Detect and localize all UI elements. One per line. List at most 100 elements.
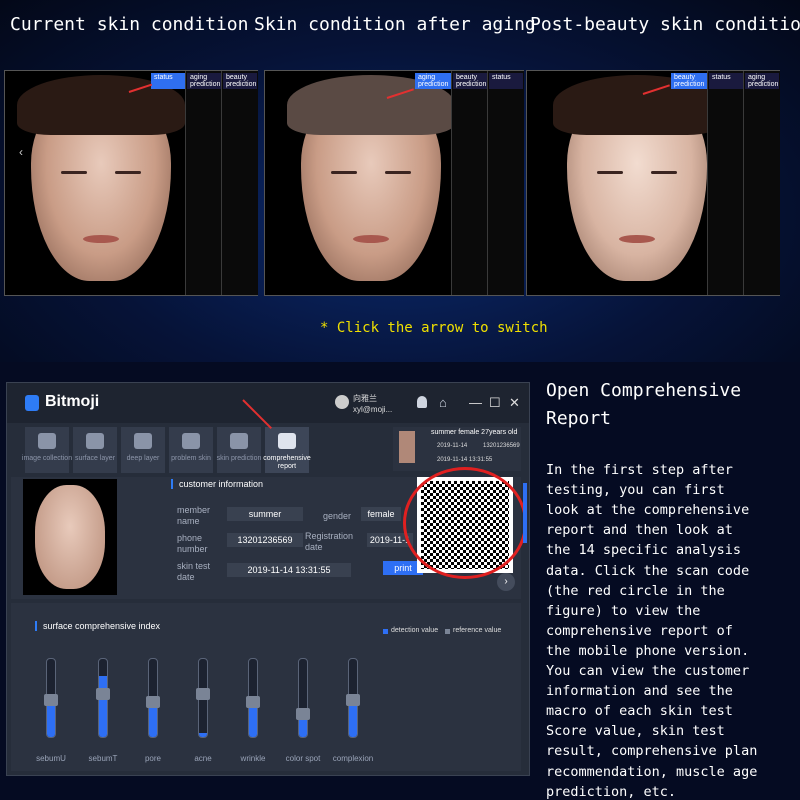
index-bar-wrinkle — [246, 658, 260, 738]
report-description-line: prediction, etc. — [546, 783, 677, 800]
sparkle-icon — [230, 433, 248, 449]
legend-reference-swatch — [445, 629, 450, 634]
member-name-value: summer — [227, 507, 303, 521]
report-description-line: macro of each skin test — [546, 703, 733, 720]
switch-hint: * Click the arrow to switch — [320, 320, 548, 336]
title-bar: Bitmoji 向雅兰 xyl@moji... ⌂ — ☐ ✕ — [7, 383, 529, 423]
bar-fill-detection — [299, 719, 307, 737]
tool-surface-layer[interactable]: surface layer — [73, 427, 117, 473]
home-icon[interactable]: ⌂ — [439, 395, 447, 410]
heading-aging: Skin condition after aging — [254, 14, 536, 35]
tab-status[interactable]: status — [709, 73, 743, 89]
index-title: surface comprehensive index — [35, 621, 160, 631]
tab-beauty-prediction[interactable]: beauty prediction — [223, 73, 257, 89]
legend-detection: detection value — [391, 627, 439, 634]
member-name-label: member name — [177, 505, 211, 526]
legend-detection-swatch — [383, 629, 388, 634]
tab-aging-prediction[interactable]: aging prediction — [415, 73, 451, 89]
tool-problem-skin[interactable]: problem skin — [169, 427, 213, 473]
bell-icon[interactable] — [417, 396, 427, 408]
switch-arrow-left[interactable]: ‹ — [19, 145, 23, 159]
bar-knob-reference — [44, 693, 58, 706]
report-title-line2: Report — [546, 408, 612, 429]
app-window: Bitmoji 向雅兰 xyl@moji... ⌂ — ☐ ✕ image co… — [6, 382, 530, 776]
user-email: xyl@moji... — [353, 405, 393, 414]
customer-photo — [23, 479, 117, 595]
bar-fill-detection — [99, 676, 107, 737]
report-description-line: result, comprehensive plan — [546, 743, 758, 760]
bar-fill-detection — [199, 733, 207, 737]
gender-value: female — [361, 507, 401, 521]
tool-image-collection[interactable]: image collection — [22, 427, 72, 473]
tab-status[interactable]: status — [151, 73, 185, 89]
report-description-line: look at the comprehensive — [546, 502, 750, 519]
beauty-skin-panel: beauty prediction status aging predictio… — [526, 70, 780, 296]
profile-card: summer female 27years old 2019-11-14 132… — [393, 427, 521, 471]
phone-value: 13201236569 — [227, 533, 303, 547]
close-button[interactable]: ✕ — [509, 395, 520, 411]
legend-reference: reference value — [453, 627, 502, 634]
user-name: 向雅兰 — [353, 394, 377, 403]
tab-status[interactable]: status — [489, 73, 523, 89]
report-description-line: report and then look at — [546, 522, 733, 539]
report-title-line1: Open Comprehensive — [546, 380, 742, 401]
molecule-icon — [134, 433, 152, 449]
scrollbar[interactable] — [523, 483, 527, 543]
tool-deep-layer[interactable]: deep layer — [121, 427, 165, 473]
bar-knob-reference — [146, 696, 160, 708]
heading-current: Current skin condition — [10, 14, 249, 35]
profile-datetime: 2019-11-14 13:31:55 — [437, 457, 493, 463]
tab-aging-prediction[interactable]: aging prediction — [187, 73, 221, 89]
profile-date: 2019-11-14 — [437, 443, 468, 449]
bar-label: complexion — [332, 754, 374, 763]
index-bar-sebumU — [44, 658, 58, 738]
report-description-line: (the red circle in the — [546, 582, 725, 599]
camera-icon — [38, 433, 56, 449]
report-description-line: the 14 specific analysis — [546, 542, 742, 559]
tool-comprehensive-report[interactable]: comprehensive report — [263, 427, 311, 473]
phone-label: phone number — [177, 533, 208, 554]
gender-label: gender — [323, 511, 352, 521]
app-title: Bitmoji — [45, 393, 100, 410]
profile-thumbnail — [399, 431, 415, 463]
qr-highlight-circle — [403, 467, 527, 579]
bar-knob-reference — [196, 688, 210, 700]
report-description-line: You can view the customer — [546, 663, 750, 679]
customer-info-card: customer information member name summer … — [11, 467, 527, 599]
minimize-button[interactable]: — — [469, 395, 482, 410]
report-description-line: data. Click the scan code — [546, 562, 750, 579]
index-bar-complexion — [346, 658, 360, 738]
report-description-line: Score value, skin test — [546, 723, 725, 740]
avatar[interactable] — [335, 395, 349, 409]
face-image-aging — [287, 75, 455, 281]
section-title: customer information — [171, 479, 263, 489]
maximize-button[interactable]: ☐ — [489, 395, 501, 411]
report-description-line: the mobile phone version. — [546, 642, 750, 659]
profile-phone: 13201236569 — [483, 443, 520, 449]
registration-label: Registration date — [305, 531, 354, 552]
index-bar-pore — [146, 658, 160, 738]
tool-skin-prediction[interactable]: skin prediction — [217, 427, 261, 473]
tab-aging-prediction[interactable]: aging prediction — [745, 73, 779, 89]
report-description-line: figure) to view the — [546, 602, 701, 619]
index-bar-acne — [196, 658, 210, 738]
bar-knob-reference — [296, 708, 310, 720]
test-date-label: skin test date — [177, 561, 211, 582]
next-arrow-button[interactable]: › — [497, 573, 515, 591]
face-icon — [182, 433, 200, 449]
bar-track — [298, 658, 308, 738]
app-logo-icon — [25, 395, 39, 411]
test-date-value: 2019-11-14 13:31:55 — [227, 563, 351, 577]
chart-icon — [86, 433, 104, 449]
tab-beauty-prediction[interactable]: beauty prediction — [671, 73, 707, 89]
face-image-current — [17, 75, 185, 281]
clipboard-icon — [278, 433, 296, 449]
report-description-line: recommendation, muscle age — [546, 763, 758, 780]
bar-knob-reference — [246, 696, 260, 708]
aging-skin-panel: aging prediction beauty prediction statu… — [264, 70, 524, 296]
bar-knob-reference — [346, 693, 360, 706]
report-description-line: information and see the — [546, 683, 733, 700]
heading-beauty: Post-beauty skin condition — [530, 14, 800, 35]
tab-beauty-prediction[interactable]: beauty prediction — [453, 73, 487, 89]
report-description-line: In the first step after — [546, 462, 733, 478]
